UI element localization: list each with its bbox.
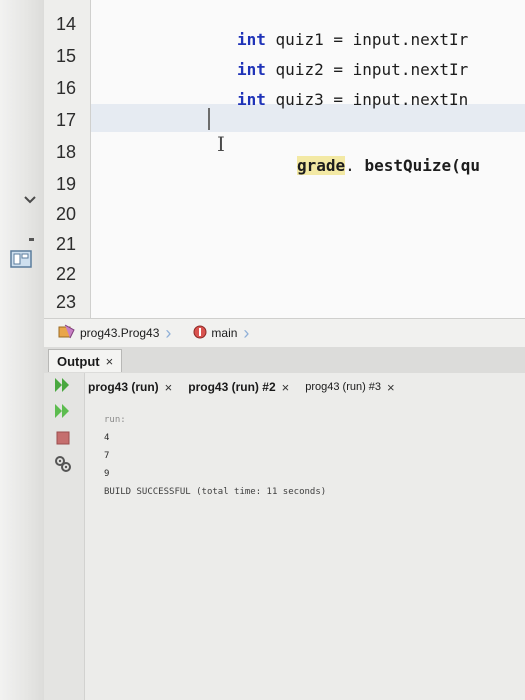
breadcrumb-class-label: prog43.Prog43 xyxy=(80,326,160,340)
code-field: grade xyxy=(297,156,346,175)
line-number-gutter: 14 15 16 17 18 19 20 21 22 23 xyxy=(44,0,91,318)
output-panel: prog43 (run) × prog43 (run) #2 × prog43 … xyxy=(44,373,525,700)
code-operator: = xyxy=(333,30,343,49)
console-line: run: xyxy=(104,415,126,425)
class-icon xyxy=(58,324,76,343)
breadcrumb-method-label: main xyxy=(211,326,238,340)
breadcrumb-class[interactable]: prog43.Prog43 › xyxy=(58,323,171,344)
line-number: 19 xyxy=(56,174,77,194)
run-tab-active[interactable]: prog43 (run) #3 × xyxy=(301,380,398,395)
strip-marker xyxy=(29,238,34,241)
line-number: 21 xyxy=(56,234,77,254)
run-tab-label: prog43 (run) #2 xyxy=(188,380,276,394)
line-number: 14 xyxy=(56,14,77,34)
run-icon[interactable] xyxy=(54,377,72,398)
close-icon[interactable]: × xyxy=(106,354,114,369)
side-panel-icon[interactable] xyxy=(6,246,36,272)
line-number: 17 xyxy=(56,110,77,130)
ibeam-cursor-icon: I xyxy=(217,132,225,156)
console-line: 7 xyxy=(104,451,110,461)
code-method: .nextIr xyxy=(400,60,469,79)
line-number: 16 xyxy=(56,78,77,98)
chevron-right-icon: › xyxy=(243,322,250,343)
close-icon[interactable]: × xyxy=(387,380,395,395)
code-editor[interactable]: int quiz1 = input.nextIr int quiz2 = inp… xyxy=(91,0,525,318)
code-operator: = xyxy=(333,60,343,79)
collapse-chevron-icon[interactable] xyxy=(20,190,40,210)
breadcrumb-method[interactable]: main › xyxy=(193,323,249,344)
run-tab-label: prog43 (run) xyxy=(88,380,159,394)
chevron-right-icon: › xyxy=(165,322,172,343)
console-output[interactable]: run: 4 7 9 BUILD SUCCESSFUL (total time:… xyxy=(104,411,326,501)
run-tab-label: prog43 (run) #3 xyxy=(305,381,382,393)
line-number: 22 xyxy=(56,264,77,284)
close-icon[interactable]: × xyxy=(165,380,173,395)
code-variable: quiz3 xyxy=(275,90,324,109)
line-number: 18 xyxy=(56,142,77,162)
code-keyword: int xyxy=(237,30,266,49)
code-line[interactable]: int quiz3 = input.nextIn xyxy=(237,90,468,109)
code-operator: = xyxy=(333,90,343,109)
method-icon xyxy=(193,325,207,342)
code-object: input xyxy=(352,30,401,49)
code-variable: quiz1 xyxy=(275,30,324,49)
code-keyword: int xyxy=(237,90,266,109)
line-number: 15 xyxy=(56,46,77,66)
code-variable: quiz2 xyxy=(275,60,324,79)
code-dot: . xyxy=(345,156,355,175)
code-method-call: bestQuize(qu xyxy=(354,156,481,175)
output-tab-label: Output xyxy=(57,353,100,369)
run-tabs: prog43 (run) × prog43 (run) #2 × prog43 … xyxy=(84,373,525,401)
output-toolbar xyxy=(44,373,85,700)
code-line[interactable]: int quiz2 = input.nextIr xyxy=(237,60,468,79)
text-caret xyxy=(208,108,210,130)
console-build-status: BUILD SUCCESSFUL (total time: 11 seconds… xyxy=(104,487,327,497)
left-window-strip xyxy=(0,0,45,700)
code-method: .nextIn xyxy=(400,90,469,109)
line-number: 23 xyxy=(56,292,77,312)
stop-icon[interactable] xyxy=(56,431,70,450)
code-keyword: int xyxy=(237,60,266,79)
console-line: 4 xyxy=(104,433,110,443)
tab-output[interactable]: Output × xyxy=(48,349,123,372)
breadcrumb: prog43.Prog43 › main › xyxy=(44,318,525,348)
rerun-icon[interactable] xyxy=(54,403,72,424)
run-tab[interactable]: prog43 (run) × xyxy=(84,380,176,395)
code-line[interactable]: grade. bestQuize(qu xyxy=(297,156,480,175)
code-object: input xyxy=(352,90,401,109)
code-method: .nextIr xyxy=(400,30,469,49)
code-object: input xyxy=(352,60,401,79)
code-line[interactable]: int quiz1 = input.nextIr xyxy=(237,30,468,49)
run-tab[interactable]: prog43 (run) #2 × xyxy=(184,380,293,395)
tool-window-tabbar: Output × xyxy=(44,347,525,374)
console-line: 9 xyxy=(104,469,110,479)
gear-icon[interactable] xyxy=(54,455,72,478)
close-icon[interactable]: × xyxy=(282,380,290,395)
line-number: 20 xyxy=(56,204,77,224)
